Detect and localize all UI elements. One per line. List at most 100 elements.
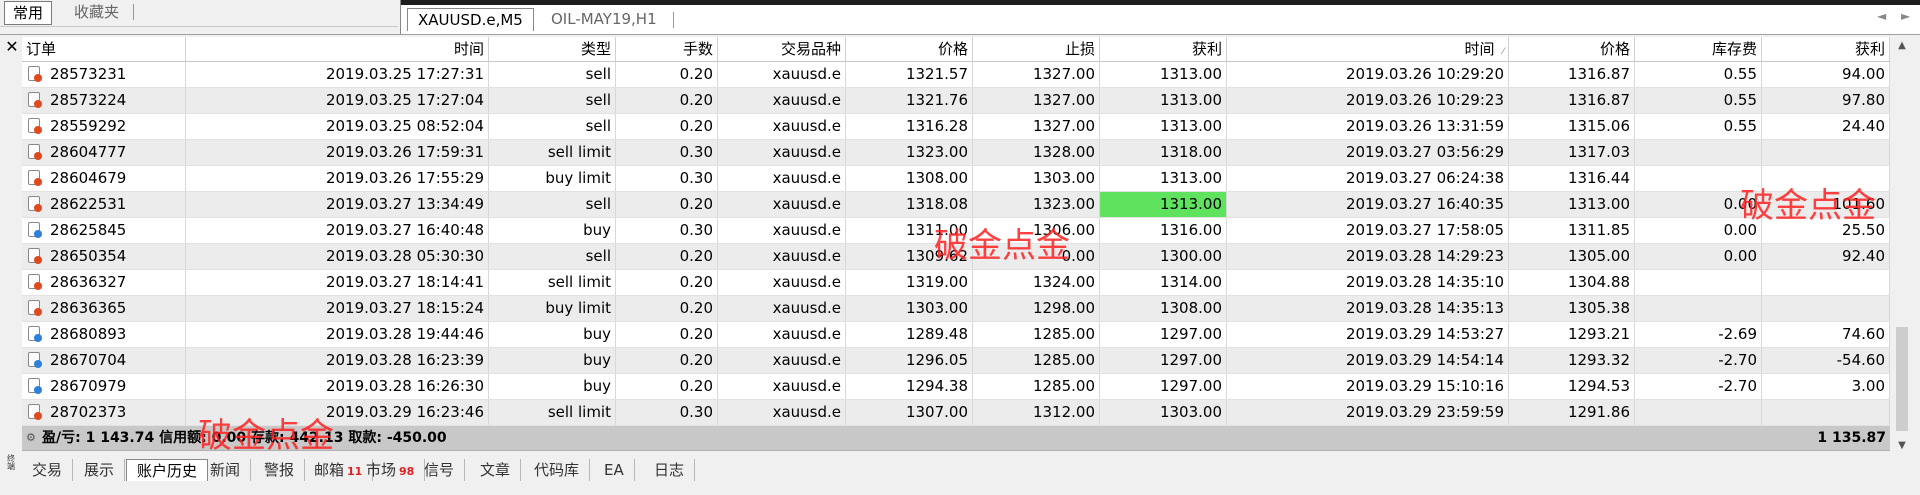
col-order-cell: 28636365 [22,296,186,321]
table-row[interactable]: 28670979 2019.03.28 16:26:30 buy 0.20 xauusd… [22,374,1890,400]
col-profit-cell [1762,400,1890,425]
chart-tab-xauusd[interactable]: XAUUSD.e,M5 [407,8,534,31]
col-lots-cell: 0.20 [616,296,718,321]
col-sl-header[interactable]: 止损 [973,37,1100,61]
scrollbar-thumb[interactable] [1896,327,1908,431]
order-status-dot [34,256,42,264]
col-symbol-cell: xauusd.e [718,62,846,87]
vertical-scrollbar[interactable]: ▲ ▼ [1893,37,1911,455]
col-swap-cell: 0.55 [1635,88,1762,113]
col-open-time-cell: 2019.03.28 19:44:46 [186,322,489,347]
col-type-cell: sell limit [489,140,616,165]
col-open-time-header[interactable]: 时间 [186,37,489,61]
column-label: 价格 [937,40,968,58]
table-row[interactable]: 28559292 2019.03.25 08:52:04 sell 0.20 xauus… [22,114,1890,140]
close-icon[interactable]: ✕ [4,35,20,59]
sell-order-icon [28,274,42,290]
col-profit-header[interactable]: 获利 [1762,37,1890,61]
order-status-dot [34,334,42,342]
col-tp-cell: 1314.00 [1100,270,1227,295]
col-open-time-cell: 2019.03.25 17:27:04 [186,88,489,113]
chart-area-edge [401,0,1920,5]
col-sl-cell: 1285.00 [973,374,1100,399]
col-tp-header[interactable]: 获利 [1100,37,1227,61]
tab-2[interactable]: 账户历史 [126,459,209,481]
order-status-dot [34,308,42,316]
tab-10[interactable]: EA [594,459,635,481]
tab-11[interactable]: 日志 [644,459,696,481]
col-symbol-cell: xauusd.e [718,244,846,269]
tab-9[interactable]: 代码库 [524,459,591,481]
tab-8[interactable]: 文章 [470,459,522,481]
watermark-text: 破金点金 [198,416,334,456]
tab-label: 市场 [366,461,397,479]
summary-total: 1 135.87 [1817,430,1886,446]
column-label: 价格 [1599,40,1630,58]
col-lots-header[interactable]: 手数 [616,37,718,61]
col-symbol-cell: xauusd.e [718,322,846,347]
table-row[interactable]: 28680893 2019.03.28 19:44:46 buy 0.20 xauusd… [22,322,1890,348]
tab-4[interactable]: 警报 [254,459,306,481]
tab-common[interactable]: 常用 [4,1,53,25]
col-close-time-cell: 2019.03.28 14:35:10 [1227,270,1509,295]
table-row[interactable]: 28604777 2019.03.26 17:59:31 sell limit 0.3… [22,140,1890,166]
chart-tab-oil[interactable]: OIL-MAY19,H1 [541,8,667,30]
col-swap-cell: -2.70 [1635,348,1762,373]
table-row[interactable]: 28636365 2019.03.27 18:15:24 buy limit 0.20… [22,296,1890,322]
col-close-time-cell: 2019.03.26 13:31:59 [1227,114,1509,139]
col-close-price-cell: 1304.88 [1509,270,1635,295]
tab-7[interactable]: 信号 [414,459,466,481]
col-close-time-cell: 2019.03.29 23:59:59 [1227,400,1509,425]
col-profit-cell: 74.60 [1762,322,1890,347]
table-row[interactable]: 28636327 2019.03.27 18:14:41 sell limit 0.2… [22,270,1890,296]
scroll-down-icon[interactable]: ▼ [1893,437,1911,455]
col-price-cell: 1321.76 [846,88,973,113]
watermark-text: 破金点金 [934,226,1070,266]
scroll-up-icon[interactable]: ▲ [1893,37,1911,55]
col-order-cell: 28573224 [22,88,186,113]
table-row[interactable]: 28604679 2019.03.26 17:55:29 buy limit 0.30… [22,166,1890,192]
tab-label: 账户历史 [137,462,198,480]
col-type-header[interactable]: 类型 [489,37,616,61]
col-symbol-header[interactable]: 交易品种 [718,37,846,61]
col-lots-cell: 0.20 [616,270,718,295]
col-close-time-header[interactable]: 时间 ⁄ [1227,37,1509,61]
col-symbol-cell: xauusd.e [718,88,846,113]
col-sl-cell: 1327.00 [973,62,1100,87]
col-close-time-cell: 2019.03.28 14:35:13 [1227,296,1509,321]
col-symbol-cell: xauusd.e [718,374,846,399]
table-row[interactable]: 28573231 2019.03.25 17:27:31 sell 0.20 xauus… [22,62,1890,88]
tab-label: 信号 [424,461,455,479]
col-open-time-cell: 2019.03.25 17:27:31 [186,62,489,87]
col-close-price-cell: 1313.00 [1509,192,1635,217]
col-type-cell: sell [489,244,616,269]
table-row[interactable]: 28670704 2019.03.28 16:23:39 buy 0.20 xauusd… [22,348,1890,374]
col-close-price-header[interactable]: 价格 [1509,37,1635,61]
col-order-cell: 28636327 [22,270,186,295]
tab-favorites[interactable]: 收藏夹 [66,1,127,23]
table-row[interactable]: 28622531 2019.03.27 13:34:49 sell 0.20 xauus… [22,192,1890,218]
col-price-cell: 1321.57 [846,62,973,87]
col-price-header[interactable]: 价格 [846,37,973,61]
tab-badge: 98 [399,465,415,478]
col-order-header[interactable]: 订单 [22,37,186,61]
col-tp-cell: 1316.00 [1100,218,1227,243]
col-swap-header[interactable]: 库存费 [1635,37,1762,61]
col-symbol-cell: xauusd.e [718,166,846,191]
column-label: 手数 [682,40,713,58]
tab-3[interactable]: 新闻 [200,459,252,481]
col-symbol-cell: xauusd.e [718,270,846,295]
tab-1[interactable]: 展示 [74,459,126,481]
col-open-time-cell: 2019.03.26 17:59:31 [186,140,489,165]
column-label: 交易品种 [780,40,841,58]
scroll-left-icon[interactable]: ◄ [1877,9,1886,23]
column-label: 类型 [580,40,611,58]
col-sl-cell: 1285.00 [973,348,1100,373]
col-lots-cell: 0.20 [616,348,718,373]
buy-order-icon [28,352,42,368]
scroll-right-icon[interactable]: ► [1901,9,1910,23]
col-lots-cell: 0.30 [616,400,718,425]
col-price-cell: 1289.48 [846,322,973,347]
tab-0[interactable]: 交易 [22,459,74,481]
table-row[interactable]: 28573224 2019.03.25 17:27:04 sell 0.20 xauus… [22,88,1890,114]
